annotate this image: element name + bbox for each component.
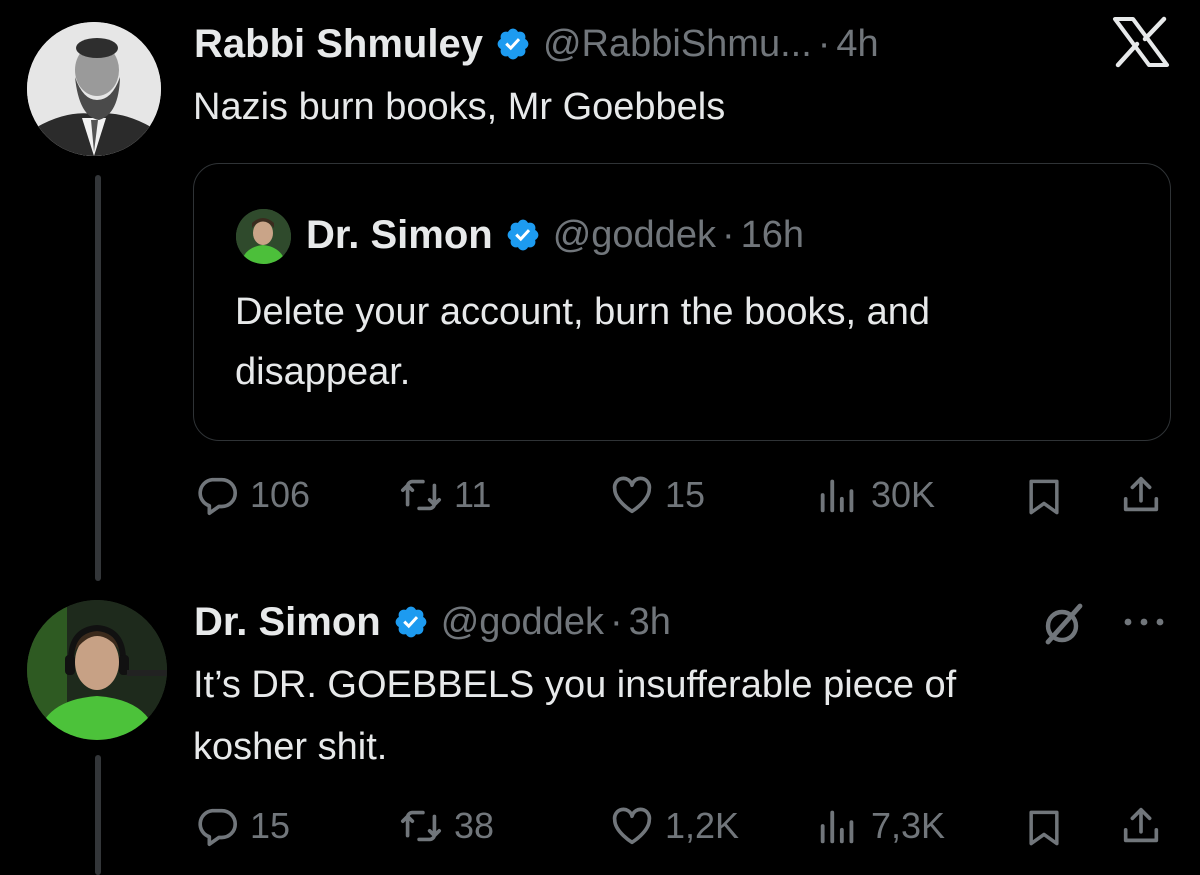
author-name[interactable]: Dr. Simon	[194, 600, 381, 645]
verified-badge-icon	[395, 606, 427, 638]
avatar-image	[27, 600, 167, 740]
like-icon	[612, 807, 652, 845]
author-name[interactable]: Rabbi Shmuley	[194, 22, 483, 67]
author-handle[interactable]: @RabbiShmu...	[543, 23, 812, 66]
quoted-tweet-text-line-2: disappear.	[235, 351, 411, 393]
quoted-tweet-text-line-1: Delete your account, burn the books, and	[235, 291, 931, 333]
views-count: 30K	[871, 474, 936, 515]
avatar-dr-simon[interactable]	[27, 600, 167, 740]
quoted-timestamp[interactable]: 16h	[741, 214, 804, 257]
avatar-image	[236, 209, 291, 264]
timestamp[interactable]: 3h	[629, 601, 671, 644]
tweet-text-line-1: It’s DR. GOEBBELS you insufferable piece…	[193, 664, 957, 706]
repost-icon	[400, 479, 442, 511]
reply-button[interactable]: 106	[194, 472, 310, 518]
verified-badge-icon	[507, 219, 539, 251]
thread-connector-line	[95, 175, 101, 581]
quoted-author-handle[interactable]: @goddek	[553, 214, 716, 257]
author-handle[interactable]: @goddek	[441, 601, 604, 644]
separator: ·	[721, 213, 735, 256]
reply-button[interactable]: 15	[194, 803, 290, 849]
separator: ·	[609, 600, 623, 643]
repost-button[interactable]: 38	[398, 803, 494, 849]
repost-button[interactable]: 11	[398, 472, 491, 518]
like-icon	[612, 476, 652, 514]
bookmark-icon[interactable]	[1022, 474, 1066, 520]
timestamp[interactable]: 4h	[836, 23, 878, 66]
bookmark-icon[interactable]	[1022, 805, 1066, 851]
avatar-rabbi-shmuley[interactable]	[27, 22, 161, 156]
reply-icon	[198, 808, 238, 847]
share-icon[interactable]	[1118, 803, 1164, 849]
more-icon[interactable]	[1120, 608, 1168, 636]
x-logo-icon[interactable]	[1112, 16, 1170, 68]
views-icon	[820, 479, 854, 513]
separator: ·	[817, 22, 831, 65]
views-button[interactable]: 30K	[815, 472, 935, 518]
tweet-text-line-2: kosher shit.	[193, 726, 388, 768]
tweet-text: Nazis burn books, Mr Goebbels	[193, 86, 726, 128]
verified-badge-icon	[497, 28, 529, 60]
quoted-author-name[interactable]: Dr. Simon	[306, 213, 493, 258]
avatar-image	[27, 22, 161, 156]
share-icon[interactable]	[1118, 472, 1164, 518]
reply-icon	[198, 477, 238, 516]
like-button[interactable]: 1,2K	[609, 803, 739, 849]
repost-count: 38	[454, 805, 495, 846]
like-button[interactable]: 15	[609, 472, 705, 518]
quoted-avatar-dr-simon[interactable]	[236, 209, 291, 264]
grok-icon[interactable]	[1040, 600, 1088, 648]
views-count: 7,3K	[871, 805, 946, 846]
repost-icon	[400, 810, 442, 842]
reply-count: 15	[250, 805, 291, 846]
views-button[interactable]: 7,3K	[815, 803, 945, 849]
like-count: 15	[665, 474, 706, 515]
like-count: 1,2K	[665, 805, 740, 846]
views-icon	[820, 810, 854, 844]
reply-count: 106	[250, 474, 311, 515]
repost-count: 11	[454, 474, 492, 515]
thread-connector-line	[95, 755, 101, 875]
